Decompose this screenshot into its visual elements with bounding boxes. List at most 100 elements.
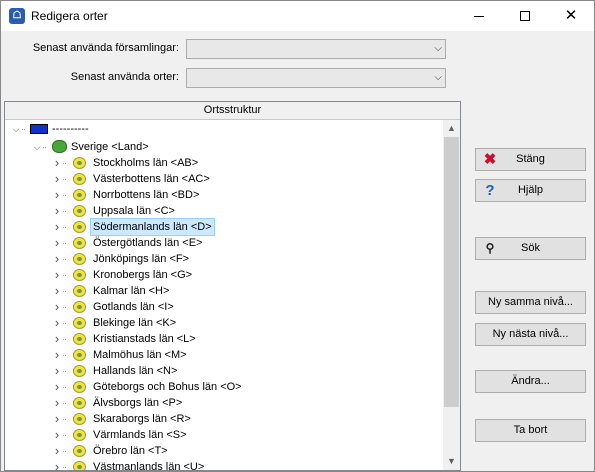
tree-county-row[interactable]: › ·· Västerbottens län <AC> <box>5 171 443 187</box>
maximize-button[interactable] <box>502 1 548 31</box>
chevron-right-icon[interactable]: › <box>52 283 62 299</box>
tree-county-label: Jönköpings län <F> <box>93 253 190 265</box>
tree-county-row[interactable]: › ·· Göteborgs och Bohus län <O> <box>5 379 443 395</box>
tree-county-row[interactable]: › ·· Uppsala län <C> <box>5 203 443 219</box>
close-button-label: Stäng <box>516 153 545 165</box>
chevron-right-icon[interactable]: › <box>52 331 62 347</box>
tree-county-label: Västerbottens län <AC> <box>93 173 210 185</box>
new-same-level-label: Ny samma nivå... <box>488 296 573 308</box>
chevron-right-icon[interactable]: › <box>52 347 62 363</box>
tree-county-label: Värmlands län <S> <box>93 429 187 441</box>
minimize-button[interactable] <box>456 1 502 31</box>
maximize-icon <box>520 11 530 22</box>
chevron-right-icon[interactable]: › <box>52 459 62 470</box>
chevron-right-icon[interactable]: › <box>52 363 62 379</box>
chevron-right-icon[interactable]: › <box>52 171 62 187</box>
chevron-right-icon[interactable]: › <box>52 251 62 267</box>
county-icon <box>73 253 86 265</box>
scroll-down-icon[interactable]: ▼ <box>443 453 460 470</box>
chevron-down-icon: ⌵ <box>434 43 442 54</box>
tree-county-row[interactable]: › ·· Älvsborgs län <P> <box>5 395 443 411</box>
tree-county-row[interactable]: › ·· Östergötlands län <E> <box>5 235 443 251</box>
flag-icon <box>30 124 48 134</box>
tree-county-row[interactable]: › ·· Kristianstads län <L> <box>5 331 443 347</box>
tree-county-row[interactable]: › ·· Stockholms län <AB> <box>5 155 443 171</box>
chevron-right-icon[interactable]: › <box>52 395 62 411</box>
help-button[interactable]: ? Hjälp <box>475 179 586 202</box>
new-same-level-button[interactable]: Ny samma nivå... <box>475 291 586 314</box>
tree-county-label: Gotlands län <I> <box>93 301 174 313</box>
county-icon <box>73 429 86 441</box>
county-icon <box>73 285 86 297</box>
scroll-up-icon[interactable]: ▲ <box>443 120 460 137</box>
tree-county-row[interactable]: › ·· Hallands län <N> <box>5 363 443 379</box>
county-icon <box>73 189 86 201</box>
chevron-right-icon[interactable]: › <box>52 235 62 251</box>
chevron-right-icon[interactable]: › <box>52 315 62 331</box>
tree-county-label: Kronobergs län <G> <box>93 269 193 281</box>
county-icon <box>73 413 86 425</box>
new-next-level-button[interactable]: Ny nästa nivå... <box>475 323 586 346</box>
close-icon: ✕ <box>564 7 578 24</box>
tree-root-row[interactable]: ⌵ ·· ---------- <box>5 121 443 137</box>
search-button[interactable]: ⚲ Sök <box>475 237 586 260</box>
tree-county-row[interactable]: › ·· Örebro län <T> <box>5 443 443 459</box>
tree-county-label: Hallands län <N> <box>93 365 178 377</box>
search-button-label: Sök <box>521 242 540 254</box>
minimize-icon <box>474 15 484 17</box>
place-tree-panel: Ortsstruktur ⌵ ·· ---------- ⌵ ·· Sverig… <box>4 101 461 471</box>
dialog-window: ☖ Redigera orter ✕ Senast använda försam… <box>0 0 595 472</box>
recent-places-select[interactable]: ⌵ <box>186 68 446 88</box>
chevron-down-icon[interactable]: ⌵ <box>11 121 21 137</box>
chevron-right-icon[interactable]: › <box>52 443 62 459</box>
chevron-down-icon[interactable]: ⌵ <box>32 139 42 155</box>
county-icon <box>73 173 86 185</box>
tree-county-row[interactable]: › ·· Västmanlands län <U> <box>5 459 443 470</box>
county-icon <box>73 349 86 361</box>
tree-county-row[interactable]: › ·· Kronobergs län <G> <box>5 267 443 283</box>
tree-county-row[interactable]: › ·· Skaraborgs län <R> <box>5 411 443 427</box>
tree-root-label: ---------- <box>52 123 89 135</box>
tree-county-row[interactable]: › ·· Gotlands län <I> <box>5 299 443 315</box>
tree-county-row[interactable]: › ·· Värmlands län <S> <box>5 427 443 443</box>
county-icon <box>73 301 86 313</box>
tree-county-label: Östergötlands län <E> <box>93 237 203 249</box>
delete-button[interactable]: Ta bort <box>475 419 586 442</box>
chevron-right-icon[interactable]: › <box>52 299 62 315</box>
tree-county-label: Skaraborgs län <R> <box>93 413 191 425</box>
tree-county-label: Uppsala län <C> <box>93 205 175 217</box>
tree-county-row[interactable]: › ·· Södermanlands län <D> <box>5 218 443 236</box>
chevron-right-icon[interactable]: › <box>52 203 62 219</box>
tree-county-row[interactable]: › ·· Blekinge län <K> <box>5 315 443 331</box>
chevron-right-icon[interactable]: › <box>52 219 62 235</box>
tree-county-label: Göteborgs och Bohus län <O> <box>93 381 242 393</box>
place-tree[interactable]: ⌵ ·· ---------- ⌵ ·· Sverige <Land> › ·· S… <box>5 120 443 470</box>
tree-scrollbar[interactable]: ▲ ▼ <box>443 120 460 470</box>
chevron-right-icon[interactable]: › <box>52 379 62 395</box>
tree-county-label: Norrbottens län <BD> <box>93 189 200 201</box>
edit-button-label: Ändra... <box>511 375 550 387</box>
edit-button[interactable]: Ändra... <box>475 370 586 393</box>
title-bar[interactable]: ☖ Redigera orter ✕ <box>1 1 594 31</box>
county-icon <box>73 461 86 470</box>
recent-parishes-select[interactable]: ⌵ <box>186 39 446 59</box>
tree-county-row[interactable]: › ·· Norrbottens län <BD> <box>5 187 443 203</box>
chevron-right-icon[interactable]: › <box>52 187 62 203</box>
tree-county-row[interactable]: › ·· Kalmar län <H> <box>5 283 443 299</box>
scrollbar-thumb[interactable] <box>444 137 459 407</box>
tree-county-row[interactable]: › ·· Jönköpings län <F> <box>5 251 443 267</box>
chevron-right-icon[interactable]: › <box>52 155 62 171</box>
recent-parishes-label: Senast använda församlingar: <box>32 42 179 54</box>
close-window-button[interactable]: ✕ <box>548 1 594 31</box>
county-icon <box>73 237 86 249</box>
chevron-right-icon[interactable]: › <box>52 427 62 443</box>
close-button[interactable]: ✖ Stäng <box>475 148 586 171</box>
county-icon <box>73 205 86 217</box>
county-icon <box>73 381 86 393</box>
tree-country-row[interactable]: ⌵ ·· Sverige <Land> <box>5 139 443 155</box>
chevron-right-icon[interactable]: › <box>52 267 62 283</box>
new-next-level-label: Ny nästa nivå... <box>492 328 569 340</box>
tree-county-row[interactable]: › ·· Malmöhus län <M> <box>5 347 443 363</box>
chevron-right-icon[interactable]: › <box>52 411 62 427</box>
county-icon <box>73 445 86 457</box>
